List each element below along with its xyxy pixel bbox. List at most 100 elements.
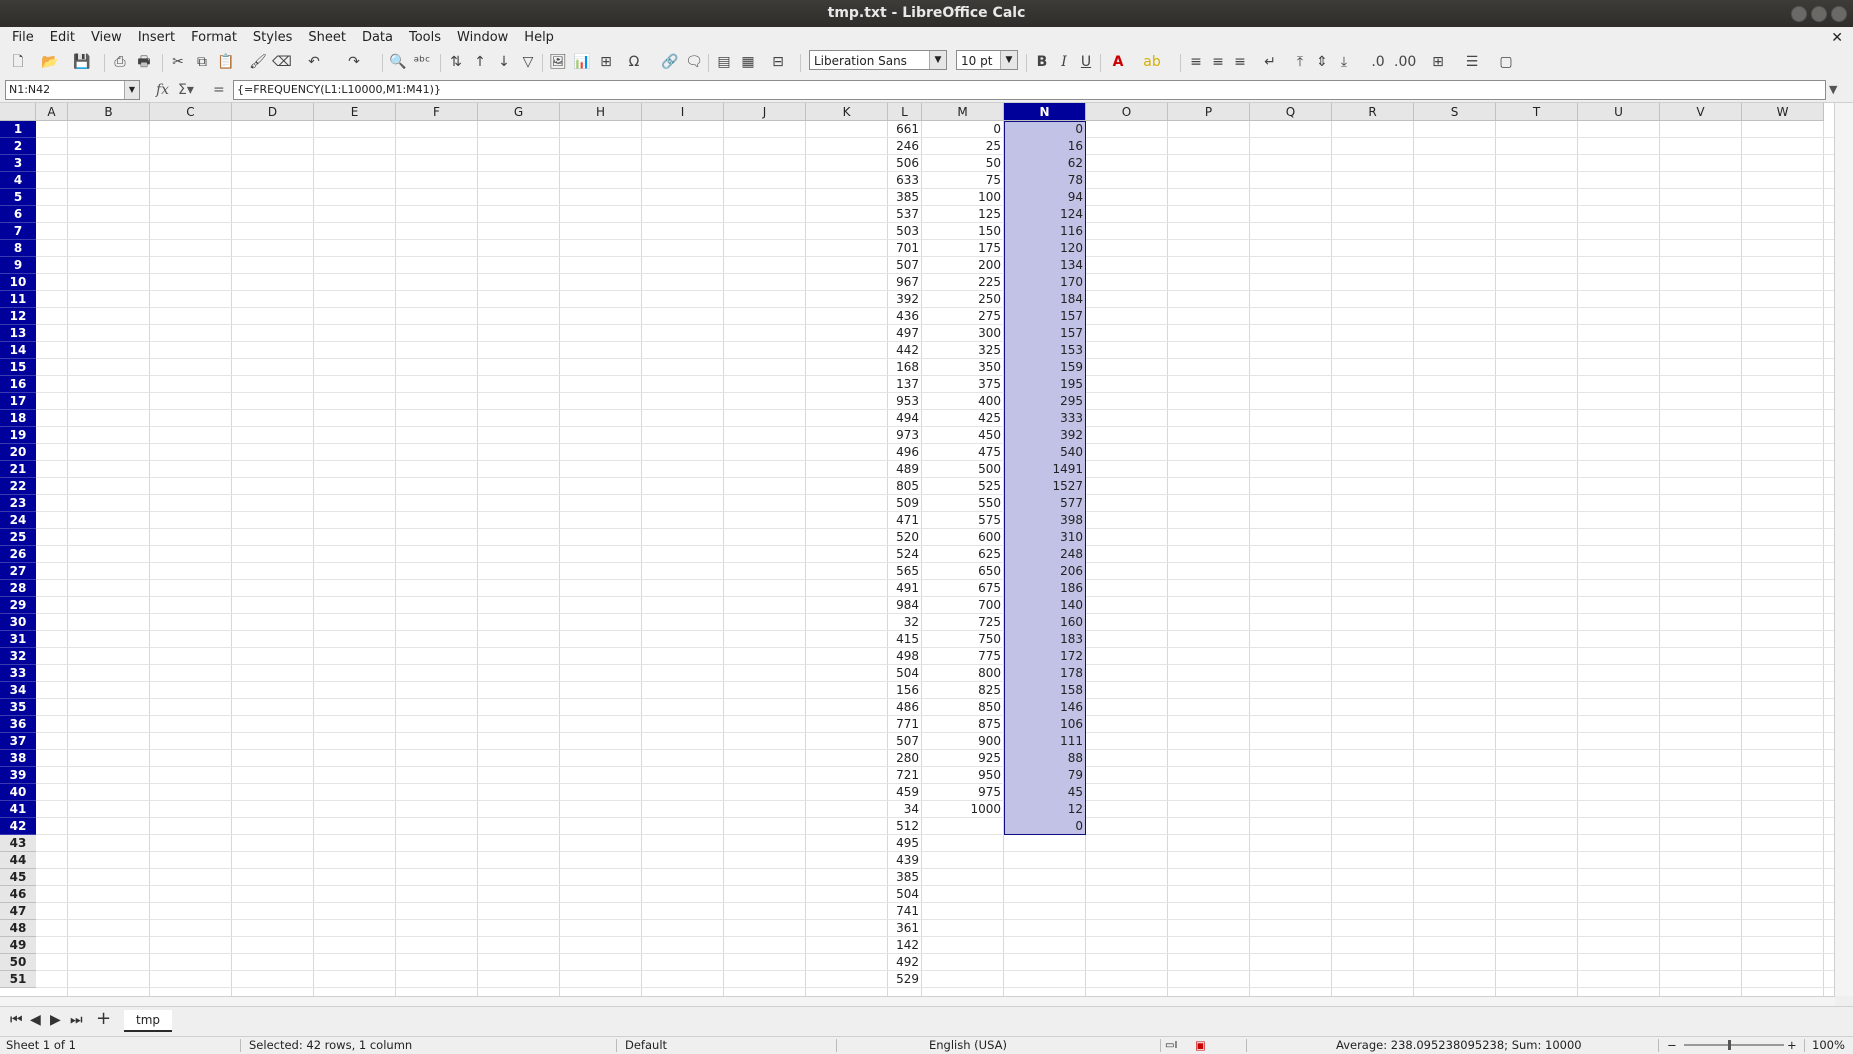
cell-l[interactable]: 537 <box>888 206 922 223</box>
zoom-in-icon[interactable]: + <box>1787 1037 1797 1054</box>
menu-styles[interactable]: Styles <box>245 27 300 49</box>
align-center-icon[interactable]: ≡ <box>1208 52 1228 72</box>
align-bottom-icon[interactable]: ⤓ <box>1334 52 1354 72</box>
row-header[interactable]: 35 <box>0 699 36 716</box>
cell-n[interactable]: 116 <box>1004 223 1086 240</box>
row-header[interactable]: 47 <box>0 903 36 920</box>
expand-formula-bar-icon[interactable]: ▼ <box>1829 80 1837 100</box>
previous-sheet-icon[interactable]: ◀ <box>30 1012 41 1028</box>
wrap-text-icon[interactable]: ↵ <box>1260 52 1280 72</box>
cell-l[interactable]: 385 <box>888 189 922 206</box>
bold-button[interactable]: B <box>1032 52 1052 72</box>
spelling-icon[interactable]: ᵃᵇᶜ <box>412 52 432 72</box>
cell-m[interactable]: 400 <box>922 393 1004 410</box>
cell-l[interactable]: 507 <box>888 733 922 750</box>
cell-l[interactable]: 504 <box>888 665 922 682</box>
column-header-b[interactable]: B <box>68 103 150 121</box>
cell-m[interactable]: 925 <box>922 750 1004 767</box>
row-header[interactable]: 6 <box>0 206 36 223</box>
cell-l[interactable]: 805 <box>888 478 922 495</box>
sort-descending-icon[interactable]: ↓ <box>494 52 514 72</box>
cell-m[interactable]: 950 <box>922 767 1004 784</box>
open-icon[interactable]: 📂 <box>40 52 60 72</box>
cell-n[interactable]: 0 <box>1004 121 1086 138</box>
row-header[interactable]: 22 <box>0 478 36 495</box>
cell-l[interactable]: 392 <box>888 291 922 308</box>
cell-n[interactable]: 392 <box>1004 427 1086 444</box>
cell-m[interactable]: 250 <box>922 291 1004 308</box>
cell-n[interactable]: 577 <box>1004 495 1086 512</box>
row-header[interactable]: 40 <box>0 784 36 801</box>
cell-l[interactable]: 497 <box>888 325 922 342</box>
row-header[interactable]: 7 <box>0 223 36 240</box>
column-header-i[interactable]: I <box>642 103 724 121</box>
cell-l[interactable]: 280 <box>888 750 922 767</box>
redo-icon[interactable]: ↷ <box>344 52 364 72</box>
border-style-icon[interactable]: ☰ <box>1462 52 1482 72</box>
column-header-d[interactable]: D <box>232 103 314 121</box>
row-header[interactable]: 46 <box>0 886 36 903</box>
insert-chart-icon[interactable]: 📊 <box>572 52 592 72</box>
cell-n[interactable]: 94 <box>1004 189 1086 206</box>
cell-l[interactable]: 436 <box>888 308 922 325</box>
cell-l[interactable]: 168 <box>888 359 922 376</box>
cell-m[interactable]: 25 <box>922 138 1004 155</box>
cell-m[interactable]: 325 <box>922 342 1004 359</box>
sum-icon[interactable]: Σ▾ <box>178 80 194 100</box>
cell-m[interactable]: 525 <box>922 478 1004 495</box>
cell-n[interactable]: 170 <box>1004 274 1086 291</box>
add-sheet-icon[interactable]: + <box>96 1008 111 1029</box>
cell-l[interactable]: 361 <box>888 920 922 937</box>
cell-m[interactable]: 475 <box>922 444 1004 461</box>
row-header[interactable]: 24 <box>0 512 36 529</box>
cell-n[interactable]: 178 <box>1004 665 1086 682</box>
cell-n[interactable]: 79 <box>1004 767 1086 784</box>
close-document-icon[interactable]: ✕ <box>1831 27 1843 49</box>
sheet-tab-tmp[interactable]: tmp <box>124 1010 172 1032</box>
row-header[interactable]: 36 <box>0 716 36 733</box>
align-left-icon[interactable]: ≡ <box>1186 52 1206 72</box>
cell-m[interactable]: 575 <box>922 512 1004 529</box>
split-window-icon[interactable]: ⊟ <box>768 52 788 72</box>
cell-n[interactable]: 195 <box>1004 376 1086 393</box>
column-header-h[interactable]: H <box>560 103 642 121</box>
vertical-scrollbar[interactable] <box>1834 103 1853 996</box>
column-header-r[interactable]: R <box>1332 103 1414 121</box>
row-header[interactable]: 12 <box>0 308 36 325</box>
column-header-n[interactable]: N <box>1004 103 1086 121</box>
row-header[interactable]: 15 <box>0 359 36 376</box>
menu-help[interactable]: Help <box>516 27 562 49</box>
selection-mode-icon[interactable]: ▭I <box>1165 1037 1177 1054</box>
row-header[interactable]: 16 <box>0 376 36 393</box>
row-header[interactable]: 34 <box>0 682 36 699</box>
cell-l[interactable]: 494 <box>888 410 922 427</box>
row-header[interactable]: 11 <box>0 291 36 308</box>
cell-m[interactable]: 225 <box>922 274 1004 291</box>
cell-l[interactable]: 524 <box>888 546 922 563</box>
row-header[interactable]: 13 <box>0 325 36 342</box>
cell-m[interactable]: 750 <box>922 631 1004 648</box>
sort-icon[interactable]: ⇅ <box>446 52 466 72</box>
maximize-button[interactable] <box>1811 6 1827 22</box>
cell-l[interactable]: 156 <box>888 682 922 699</box>
cell-l[interactable]: 512 <box>888 818 922 835</box>
cell-m[interactable]: 425 <box>922 410 1004 427</box>
row-header[interactable]: 19 <box>0 427 36 444</box>
cell-m[interactable]: 900 <box>922 733 1004 750</box>
cell-n[interactable]: 310 <box>1004 529 1086 546</box>
cell-n[interactable]: 78 <box>1004 172 1086 189</box>
column-header-g[interactable]: G <box>478 103 560 121</box>
first-sheet-icon[interactable]: ⏮ <box>10 1012 23 1028</box>
row-header[interactable]: 48 <box>0 920 36 937</box>
function-wizard-icon[interactable]: fx <box>156 80 169 100</box>
zoom-level[interactable]: 100% <box>1812 1037 1845 1054</box>
column-header-e[interactable]: E <box>314 103 396 121</box>
cell-l[interactable]: 439 <box>888 852 922 869</box>
cell-l[interactable]: 973 <box>888 427 922 444</box>
cell-l[interactable]: 506 <box>888 155 922 172</box>
row-header[interactable]: 33 <box>0 665 36 682</box>
cell-m[interactable]: 50 <box>922 155 1004 172</box>
cell-n[interactable]: 206 <box>1004 563 1086 580</box>
cell-l[interactable]: 496 <box>888 444 922 461</box>
cell-m[interactable]: 500 <box>922 461 1004 478</box>
